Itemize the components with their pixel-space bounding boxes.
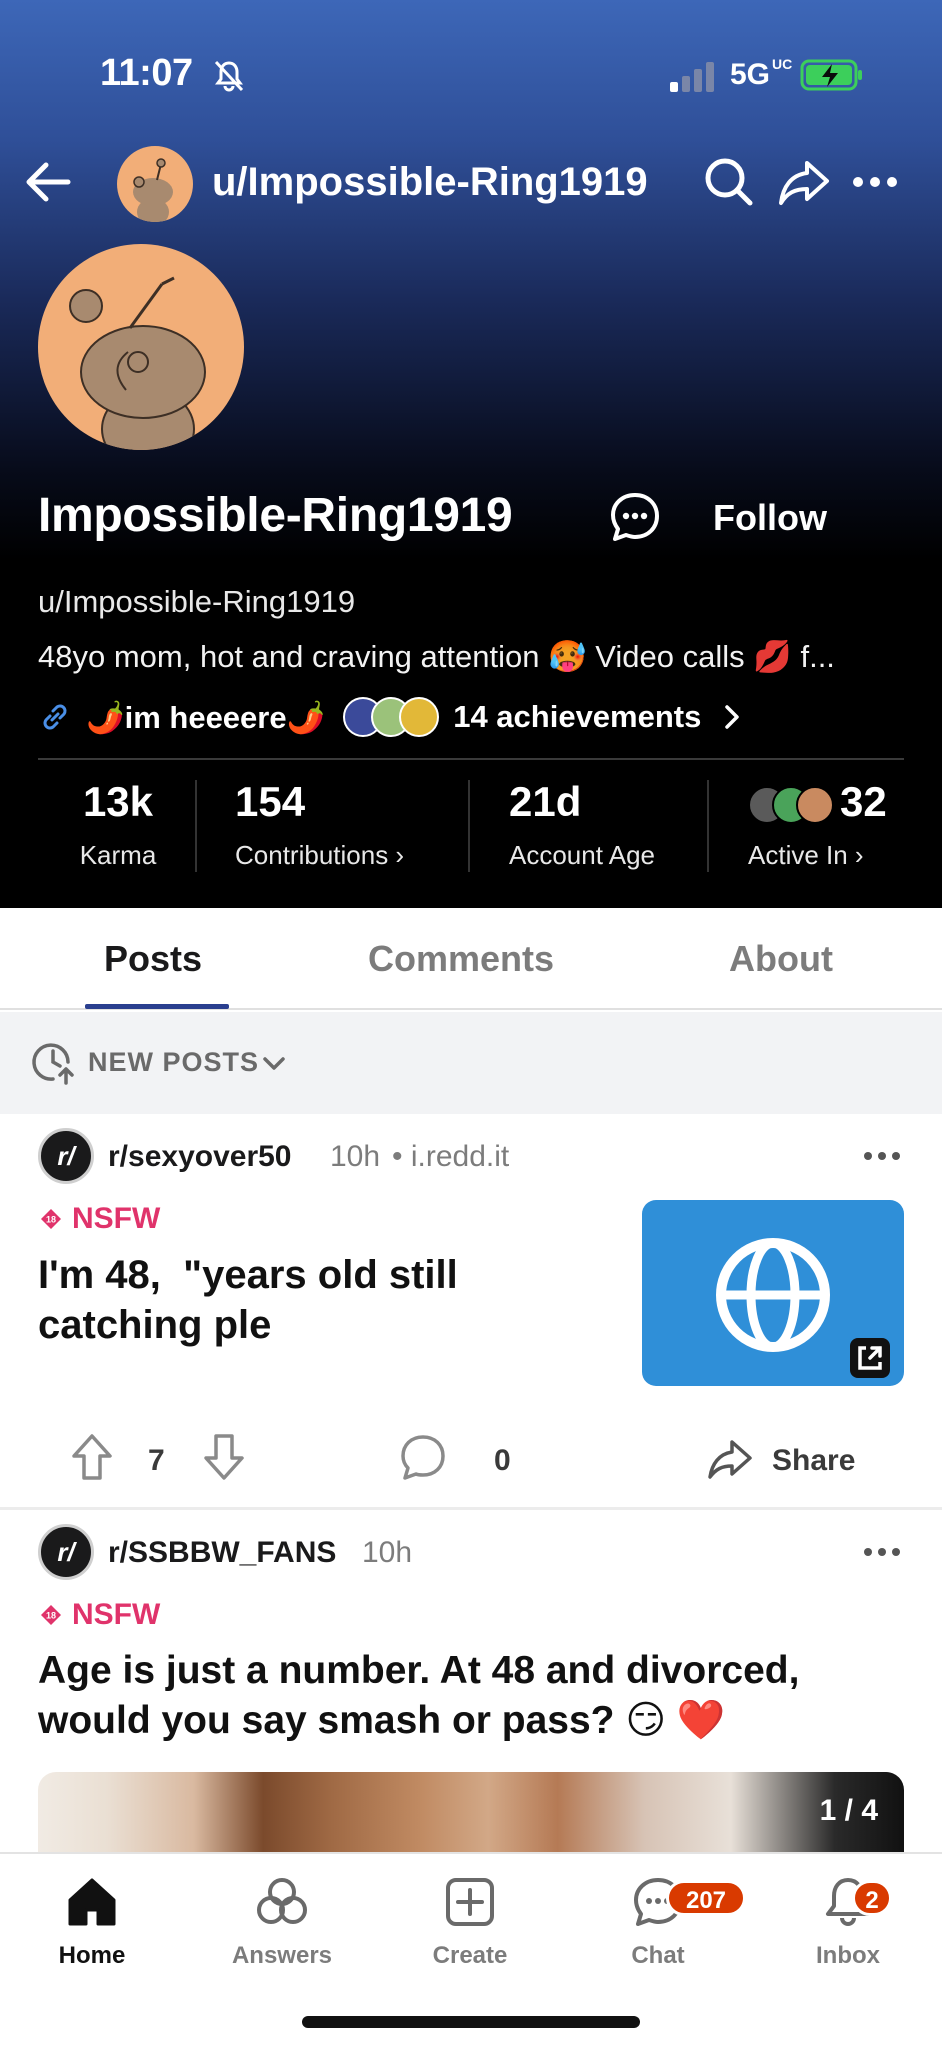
nav-create[interactable]: Create (400, 1872, 540, 1970)
share-icon[interactable] (775, 153, 833, 209)
divider (195, 780, 197, 872)
divider (38, 758, 904, 760)
post-time: 10h (330, 1140, 381, 1173)
divider (468, 780, 470, 872)
follow-button[interactable]: Follow (690, 490, 850, 546)
stat-account-age: 21d Account Age (509, 778, 655, 870)
link-icon (43, 704, 67, 730)
post-domain: • i.redd.it (392, 1140, 510, 1173)
chevron-down-icon[interactable] (260, 1050, 288, 1078)
share-icon[interactable] (706, 1436, 754, 1480)
post-title[interactable]: I'm 48, "years old still catching ple (38, 1250, 618, 1350)
gallery-counter: 1 / 4 (819, 1794, 878, 1827)
post-image-gallery[interactable]: 1 / 4 (38, 1772, 904, 1852)
active-tab-indicator (85, 1004, 229, 1009)
profile-username: u/Impossible-Ring1919 (38, 584, 356, 619)
stat-active-in[interactable]: 32 Active In › (748, 778, 918, 874)
nav-avatar[interactable] (117, 146, 193, 222)
nav-home[interactable]: Home (22, 1872, 162, 1970)
post-time: 10h (362, 1536, 413, 1569)
post-title[interactable]: Age is just a number. At 48 and divorced… (38, 1646, 918, 1746)
globe-icon (716, 1238, 830, 1352)
create-plus-icon (446, 1878, 494, 1926)
home-indicator (302, 2016, 640, 2028)
nav-inbox[interactable]: Inbox 2 (778, 1872, 918, 1970)
profile-bio[interactable]: 48yo mom, hot and craving attention 🥵 Vi… (38, 638, 908, 675)
nsfw-badge-icon: 18 (41, 1209, 61, 1229)
subreddit-name[interactable]: r/sexyover50 (108, 1140, 292, 1174)
sort-dropdown[interactable]: NEW POSTS (88, 1047, 259, 1078)
inbox-badge: 2 (852, 1880, 892, 1916)
tab-about[interactable]: About (729, 938, 833, 980)
battery-charging-icon (800, 59, 862, 91)
new-posts-icon[interactable] (30, 1039, 76, 1085)
nav-chat[interactable]: Chat 207 (588, 1872, 746, 1970)
active-community-avatars (748, 785, 834, 824)
achievement-badges[interactable] (343, 697, 440, 737)
back-arrow-icon[interactable] (20, 154, 76, 210)
share-button[interactable]: Share (772, 1444, 855, 1478)
nsfw-tag: 18 NSFW (40, 1202, 160, 1236)
chat-bubble-icon[interactable] (608, 490, 662, 544)
profile-links-row: 🌶️im heeeere🌶️ 14 achievements (38, 694, 918, 740)
comment-icon[interactable] (398, 1432, 448, 1482)
upvote-icon[interactable] (70, 1432, 114, 1482)
achievements-link[interactable]: 14 achievements (453, 699, 701, 735)
trophy-icon (399, 697, 440, 737)
profile-tabs: Posts Comments About (0, 908, 942, 1010)
svg-text:18: 18 (46, 1215, 56, 1225)
profile-header: 11:07 5G UC u/Impossible-Ring1919 Imposs… (0, 0, 942, 908)
post-thumbnail[interactable] (642, 1200, 904, 1386)
community-avatar (796, 785, 834, 824)
divider (707, 780, 709, 872)
tab-comments[interactable]: Comments (368, 938, 554, 980)
profile-avatar (38, 244, 244, 450)
stat-karma: 13k Karma (79, 778, 157, 870)
signal-icon (670, 62, 714, 92)
answers-icon (257, 1878, 307, 1924)
comment-count[interactable]: 0 (494, 1444, 511, 1478)
profile-stats: 13k Karma 154 Contributions › 21d Accoun… (0, 778, 942, 874)
downvote-icon[interactable] (202, 1432, 246, 1482)
upvote-count: 7 (148, 1444, 165, 1477)
nav-answers[interactable]: Answers (212, 1872, 352, 1970)
post-actions: 7 0 Share (0, 1432, 942, 1492)
nsfw-badge-icon: 18 (41, 1605, 61, 1625)
nav-username: u/Impossible-Ring1919 (212, 160, 648, 204)
status-time: 11:07 (100, 52, 193, 94)
chevron-right-icon (725, 705, 740, 729)
nsfw-tag: 18 NSFW (40, 1598, 160, 1632)
network-indicator: 5G UC (730, 56, 793, 91)
chat-badge: 207 (666, 1880, 746, 1916)
stat-contributions[interactable]: 154 Contributions › (235, 778, 455, 874)
svg-text:18: 18 (46, 1611, 56, 1621)
display-name: Impossible-Ring1919 (38, 489, 513, 542)
more-options-icon[interactable] (850, 165, 900, 199)
search-icon[interactable] (700, 153, 756, 209)
tab-posts[interactable]: Posts (104, 938, 202, 980)
subreddit-icon[interactable]: r/ (38, 1128, 94, 1184)
subreddit-icon[interactable]: r/ (38, 1524, 94, 1580)
social-link[interactable]: 🌶️im heeeere🌶️ (86, 699, 325, 736)
post-more-icon[interactable] (862, 1146, 902, 1166)
subreddit-name[interactable]: r/SSBBW_FANS (108, 1536, 336, 1570)
silent-bell-icon (214, 60, 244, 92)
home-icon (68, 1878, 116, 1926)
post-more-icon[interactable] (862, 1542, 902, 1562)
external-link-icon (850, 1338, 890, 1378)
